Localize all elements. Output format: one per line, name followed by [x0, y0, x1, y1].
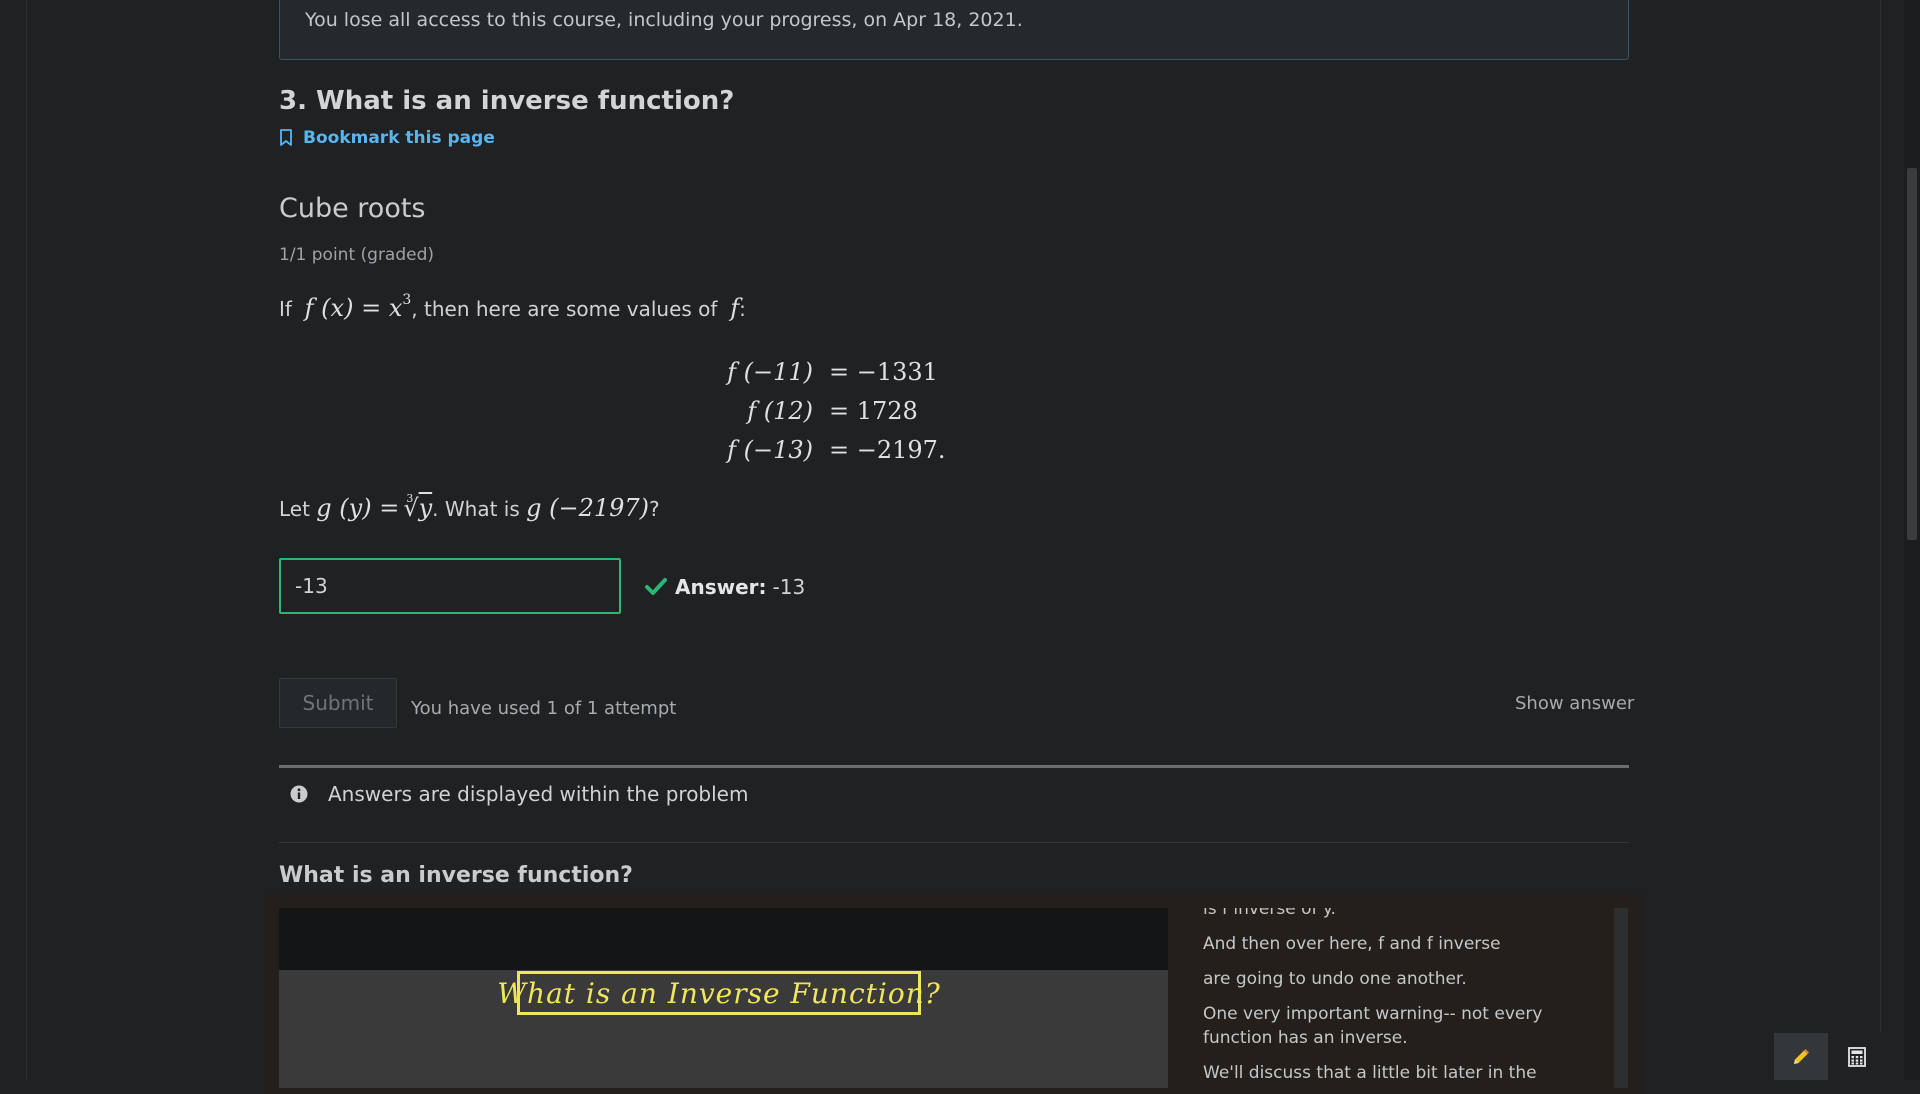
pencil-icon — [1794, 1048, 1809, 1064]
answers-info: Answers are displayed within the problem — [290, 782, 748, 806]
transcript-line[interactable]: are going to undo one another. — [1203, 967, 1603, 991]
bookmark-button[interactable]: Bookmark this page — [279, 126, 495, 150]
divider — [279, 842, 1629, 843]
calculator-icon — [1848, 1046, 1866, 1067]
unit-title: 3. What is an inverse function? — [279, 86, 735, 116]
access-notice: You lose all access to this course, incl… — [279, 0, 1629, 60]
divider — [279, 765, 1629, 768]
answer-input[interactable] — [279, 558, 621, 614]
g-definition: g (y) = — [316, 494, 400, 522]
calculator-button[interactable] — [1830, 1033, 1884, 1080]
transcript-line[interactable]: One very important warning-- not every f… — [1203, 1002, 1603, 1050]
value-row: f (−13) = −2197. — [700, 430, 946, 469]
attempts-text: You have used 1 of 1 attempt — [411, 698, 677, 719]
value-lhs: f (−11) — [727, 357, 813, 386]
f-def-exponent: 3 — [402, 292, 412, 308]
question-intro: If f (x) = x3 , then here are some value… — [279, 292, 746, 322]
value-lhs: f (−13) — [727, 435, 813, 464]
answer-status: Answer: -13 — [645, 575, 805, 599]
page-scrollbar[interactable] — [1904, 0, 1920, 1080]
transcript-line[interactable]: We'll discuss that a little bit later in… — [1203, 1061, 1603, 1085]
page-scrollbar-thumb[interactable] — [1907, 168, 1917, 540]
video-transcript[interactable]: is f inverse of y. And then over here, f… — [1188, 908, 1620, 1088]
function-values-table: f (−11) = −1331 f (12) = 1728 f (−13) = … — [700, 352, 946, 469]
info-icon — [290, 785, 308, 803]
submit-button[interactable]: Submit — [279, 678, 397, 728]
transcript-scrollbar[interactable] — [1614, 908, 1628, 1088]
intro-if: If — [279, 297, 292, 321]
problem-title: Cube roots — [279, 193, 426, 224]
question-prompt: Let g (y) = 3 √y . What is g (−2197) ? — [279, 492, 660, 522]
root-index: 3 — [406, 492, 414, 505]
bookmark-label: Bookmark this page — [303, 128, 495, 148]
cube-root: 3 √y — [403, 492, 433, 522]
notes-button[interactable] — [1774, 1033, 1828, 1080]
checkmark-icon — [645, 578, 667, 595]
value-row: f (−11) = −1331 — [700, 352, 946, 391]
problem-progress: 1/1 point (graded) — [279, 245, 435, 265]
video-letterbox — [279, 908, 1168, 970]
value-rhs: = −1331 — [829, 357, 938, 386]
question-end: ? — [649, 497, 660, 521]
answer-label: Answer: — [675, 575, 767, 599]
g-query: g (−2197) — [526, 494, 650, 522]
show-answer-button[interactable]: Show answer — [1515, 693, 1634, 714]
access-notice-text: You lose all access to this course, incl… — [305, 9, 1023, 31]
transcript-line[interactable]: is f inverse of y. — [1203, 908, 1603, 921]
f-def-lhs: f (x) = x — [304, 294, 403, 322]
intro-mid: , then here are some values of — [411, 297, 718, 321]
value-rhs: = −2197. — [829, 435, 946, 464]
answer-value: -13 — [772, 575, 806, 599]
video-player[interactable]: What is an Inverse Function? — [279, 908, 1168, 1088]
page-left-border — [26, 0, 27, 1080]
value-rhs: = 1728 — [829, 396, 918, 425]
root-argument: y — [418, 494, 433, 522]
question-let: Let — [279, 497, 310, 521]
f-definition: f (x) = x3 — [305, 292, 412, 322]
transcript-line[interactable]: And then over here, f and f inverse — [1203, 932, 1603, 956]
intro-colon: : — [739, 297, 746, 321]
value-row: f (12) = 1728 — [700, 391, 946, 430]
answers-info-text: Answers are displayed within the problem — [328, 782, 749, 806]
page-right-border — [1880, 0, 1881, 1080]
f-symbol: f — [730, 294, 740, 322]
value-lhs: f (12) — [747, 396, 813, 425]
video-heading: What is an inverse function? — [279, 863, 633, 888]
question-what: . What is — [432, 497, 520, 521]
bookmark-icon — [280, 129, 292, 146]
video-title-card: What is an Inverse Function? — [497, 971, 940, 1015]
